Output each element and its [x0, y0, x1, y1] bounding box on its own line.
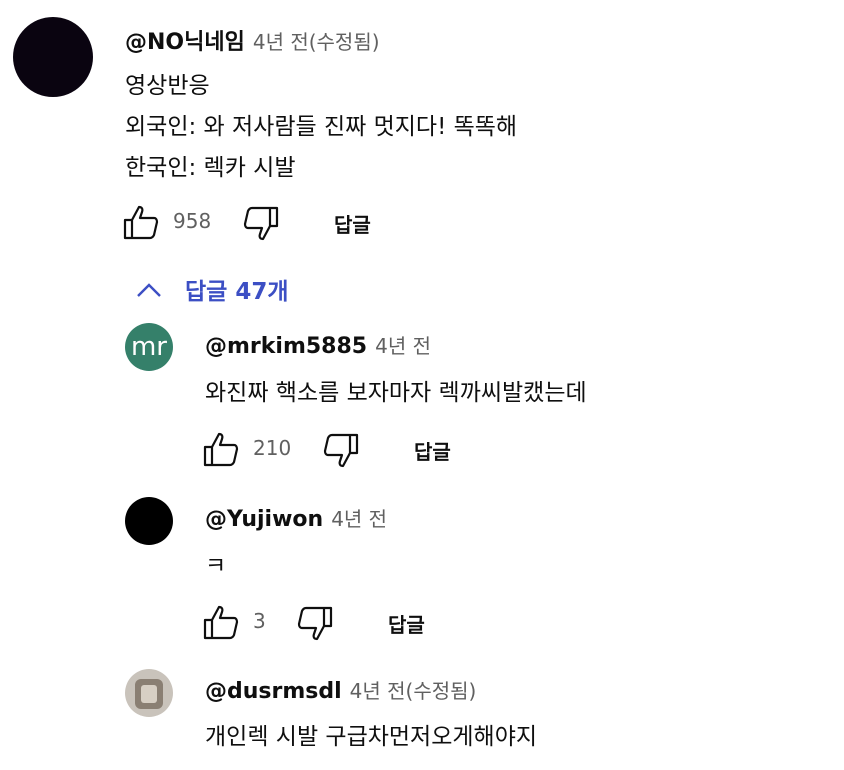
reply-button[interactable]: 답글	[388, 609, 425, 638]
reply-text: 와진짜 핵소름 보자마자 렉까씨발캤는데	[205, 380, 587, 406]
like-count: 958	[173, 209, 212, 233]
reply-text: 개인렉 시발 구급차먼저오게해야지	[205, 724, 538, 750]
dislike-icon[interactable]	[296, 605, 334, 643]
reply-button[interactable]: 답글	[334, 209, 371, 238]
comment-text-line-3: 한국인: 렉카 시발	[125, 155, 296, 181]
commenter-avatar[interactable]	[13, 17, 93, 97]
chevron-up-icon	[137, 283, 161, 297]
comment-author-handle[interactable]: @NO닉네임	[125, 24, 245, 56]
reply-button[interactable]: 답글	[414, 436, 451, 465]
avatar-initials: mr	[130, 332, 168, 362]
like-icon[interactable]	[122, 203, 160, 241]
comment-text-line-2: 외국인: 와 저사람들 진짜 멋지다! 똑똑해	[125, 114, 518, 140]
dislike-icon[interactable]	[242, 205, 280, 243]
reply-timestamp[interactable]: 4년 전	[331, 503, 387, 532]
reply-avatar[interactable]: mr	[125, 323, 173, 371]
reply-author-handle[interactable]: @dusrmsdl	[205, 679, 342, 704]
like-count: 3	[253, 609, 266, 633]
reply-header: @dusrmsdl 4년 전(수정됨)	[205, 675, 476, 704]
reply-timestamp[interactable]: 4년 전	[375, 330, 431, 359]
replies-count-label: 답글 47개	[185, 279, 289, 305]
replies-toggle-button[interactable]: 답글 47개	[135, 272, 289, 306]
like-count: 210	[253, 436, 292, 460]
like-icon[interactable]	[202, 430, 240, 468]
reply-author-handle[interactable]: @mrkim5885	[205, 334, 367, 359]
reply-author-handle[interactable]: @Yujiwon	[205, 507, 323, 532]
dislike-icon[interactable]	[322, 432, 360, 470]
reply-timestamp[interactable]: 4년 전(수정됨)	[350, 675, 477, 704]
comment-header: @NO닉네임 4년 전(수정됨)	[125, 24, 380, 56]
comment-text-line-1: 영상반응	[125, 73, 210, 99]
reply-text: ㅋ	[205, 553, 227, 579]
reply-avatar[interactable]	[125, 497, 173, 545]
comment-timestamp[interactable]: 4년 전(수정됨)	[253, 26, 380, 55]
reply-header: @mrkim5885 4년 전	[205, 330, 431, 359]
avatar-image-detail	[141, 685, 157, 703]
like-icon[interactable]	[202, 603, 240, 641]
reply-avatar[interactable]	[125, 669, 173, 717]
reply-header: @Yujiwon 4년 전	[205, 503, 387, 532]
